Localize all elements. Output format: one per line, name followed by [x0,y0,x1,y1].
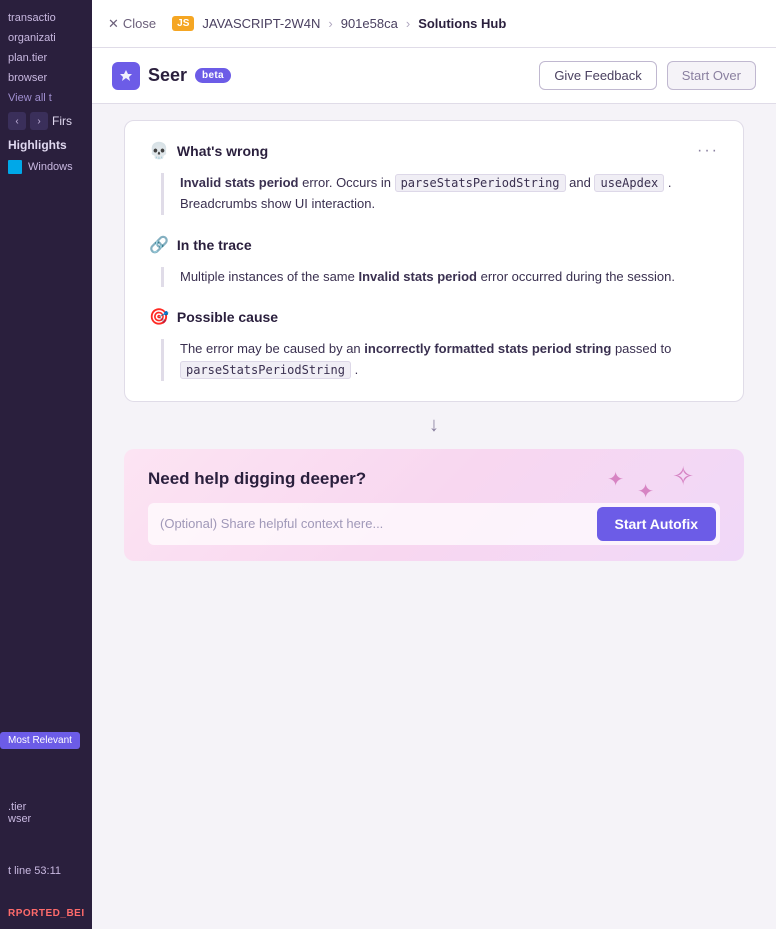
breadcrumb-bar: ✕ Close JS JAVASCRIPT-2W4N › 901e58ca › … [92,0,776,48]
in-trace-text2: error occurred during the session. [481,269,675,284]
nav-forward-button[interactable]: › [30,112,48,130]
header-actions: Give Feedback Start Over [539,61,756,90]
more-options-button[interactable]: ··· [697,142,719,160]
in-trace-body: Multiple instances of the same Invalid s… [161,267,719,288]
sidebar-item-transaction: transactio [0,8,92,28]
seer-icon [112,62,140,90]
in-trace-title: In the trace [177,237,719,253]
line-info: t line 53:11 [8,865,61,877]
breadcrumb-sep-2: › [406,16,410,31]
breadcrumb-commit[interactable]: 901e58ca [341,16,398,31]
context-input[interactable] [160,510,589,537]
highlights-label: Highlights [0,134,92,156]
breadcrumb-sep-1: › [328,16,332,31]
sidebar-nav-label: Firs [52,114,72,128]
most-relevant-badge[interactable]: Most Relevant [0,732,80,749]
help-box: Need help digging deeper? ✦ ✦ ✧ Start Au… [124,449,744,561]
sidebar-content: transactio organizati plan.tier browser … [0,0,92,186]
sparkle-icon-1: ✦ [607,467,624,492]
sidebar-windows-item: Windows [0,156,92,178]
start-autofix-button[interactable]: Start Autofix [597,507,716,541]
start-over-button[interactable]: Start Over [667,61,756,90]
sidebar-nav: ‹ › Firs [0,108,92,134]
app-name: Seer [148,65,187,86]
whats-wrong-body: Invalid stats period error. Occurs in pa… [161,173,719,215]
breadcrumb-current-page: Solutions Hub [418,16,506,31]
header-bar: Seer beta Give Feedback Start Over [92,48,776,104]
in-trace-header: 🔗 In the trace [149,235,719,255]
possible-cause-text1: The error may be caused by an [180,341,364,356]
seer-logo: Seer beta [112,62,231,90]
sparkle-icon-2: ✦ [637,479,654,504]
whats-wrong-text1: error. Occurs in [302,175,394,190]
possible-cause-title: Possible cause [177,309,719,325]
close-icon: ✕ [108,16,119,32]
windows-icon [8,160,22,174]
possible-cause-text2: passed to [615,341,671,356]
possible-cause-header: 🎯 Possible cause [149,307,719,327]
skull-icon: 💀 [149,141,169,161]
in-trace-text1: Multiple instances of the same [180,269,358,284]
whats-wrong-and: and [569,175,594,190]
whats-wrong-title: What's wrong [177,143,689,159]
target-icon: 🎯 [149,307,169,327]
analysis-card: 💀 What's wrong ··· Invalid stats period … [124,120,744,402]
error-badge: RPORTED_BEI [8,908,85,919]
possible-cause-bold: incorrectly formatted stats period strin… [364,341,611,356]
main-panel: ✕ Close JS JAVASCRIPT-2W4N › 901e58ca › … [92,0,776,929]
whats-wrong-code1: parseStatsPeriodString [395,174,566,192]
sidebar-item-browser: browser [0,68,92,88]
sidebar-item-organization: organizati [0,28,92,48]
sidebar-item-plan: plan.tier [0,48,92,68]
possible-cause-text3: . [355,362,359,377]
whats-wrong-header: 💀 What's wrong ··· [149,141,719,161]
sidebar-view-all[interactable]: View all t [0,88,92,108]
input-row: Start Autofix [148,503,720,545]
beta-badge: beta [195,68,231,83]
sidebar: transactio organizati plan.tier browser … [0,0,92,929]
possible-cause-body: The error may be caused by an incorrectl… [161,339,719,381]
sidebar-wser: wser [8,813,84,825]
close-label: Close [123,16,156,31]
whats-wrong-bold: Invalid stats period [180,175,298,190]
give-feedback-button[interactable]: Give Feedback [539,61,656,90]
close-button[interactable]: ✕ Close [108,16,156,32]
nav-back-button[interactable]: ‹ [8,112,26,130]
down-arrow: ↓ [429,414,439,437]
sidebar-bottom: .tier wser [0,797,92,829]
sidebar-tier: .tier [8,801,84,813]
breadcrumb-issue-id[interactable]: JAVASCRIPT-2W4N [202,16,320,31]
possible-cause-code: parseStatsPeriodString [180,361,351,379]
js-badge: JS [172,16,194,31]
windows-label: Windows [28,161,73,173]
help-title: Need help digging deeper? [148,469,720,489]
content-area: 💀 What's wrong ··· Invalid stats period … [92,104,776,929]
trace-icon: 🔗 [149,235,169,255]
whats-wrong-code2: useApdex [594,174,664,192]
in-trace-bold: Invalid stats period [358,269,476,284]
sparkle-icon-3: ✧ [672,461,694,492]
